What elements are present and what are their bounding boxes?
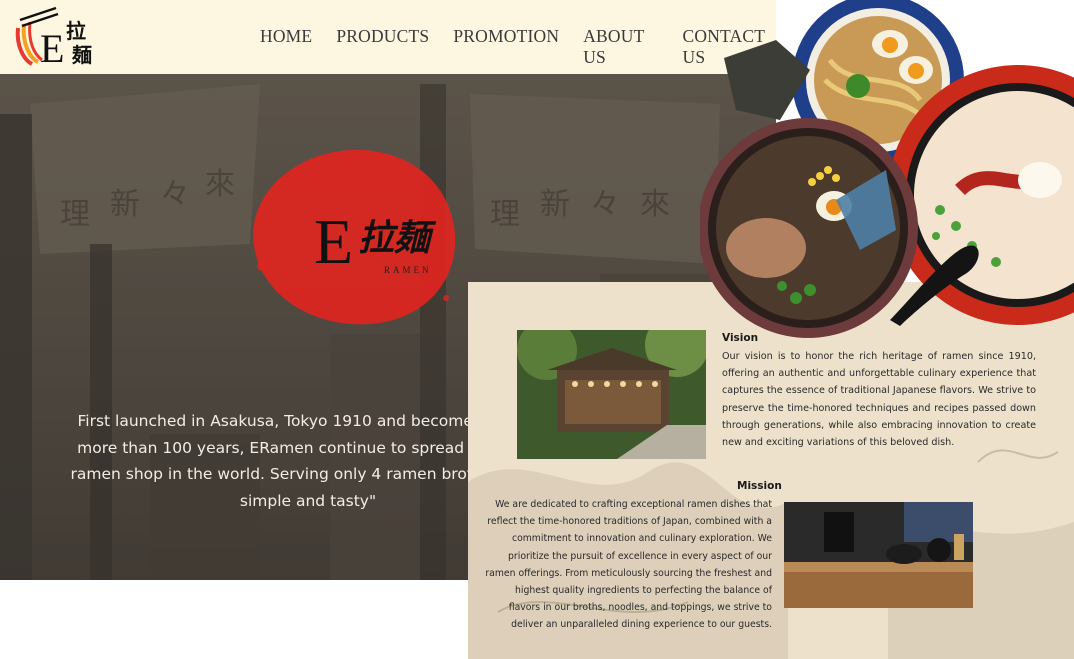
brand-sub: RAMEN xyxy=(384,265,432,275)
brand-latin: E xyxy=(314,206,354,277)
ramen-logo-icon: E 拉 麺 xyxy=(15,6,92,71)
nav-promotion[interactable]: PROMOTION xyxy=(453,26,559,68)
hero-brand-logo: E 拉麺 RAMEN xyxy=(314,210,474,280)
brand-kanji: 拉麺 xyxy=(358,217,431,259)
vision-text: Our vision is to honor the rich heritage… xyxy=(722,351,1036,449)
nav-products[interactable]: PRODUCTS xyxy=(336,26,429,68)
chef-cooking-photo xyxy=(784,502,973,608)
svg-text:麺: 麺 xyxy=(71,43,92,67)
mission-text: We are dedicated to crafting exceptional… xyxy=(485,499,772,631)
nav-about-us[interactable]: ABOUT US xyxy=(583,26,658,68)
nav-home[interactable]: HOME xyxy=(260,26,312,68)
svg-text:拉: 拉 xyxy=(66,19,86,43)
site-header: E 拉 麺 HOME PRODUCTS PROMOTION ABOUT US C… xyxy=(0,0,776,74)
ramen-bowls-image xyxy=(700,0,1074,338)
main-navigation: HOME PRODUCTS PROMOTION ABOUT US CONTACT… xyxy=(260,26,776,68)
site-logo[interactable]: E 拉 麺 xyxy=(12,6,104,71)
ramen-shop-photo xyxy=(517,330,706,459)
svg-text:E: E xyxy=(40,26,64,68)
mission-heading: Mission xyxy=(737,480,782,492)
